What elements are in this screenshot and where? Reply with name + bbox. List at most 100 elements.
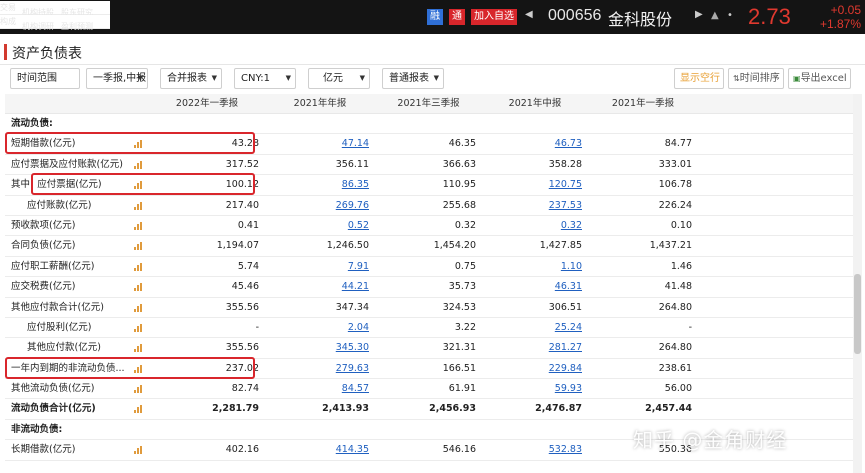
value-cell[interactable]: 86.35 xyxy=(265,175,375,194)
trend-chart-icon[interactable] xyxy=(134,303,143,312)
currency-select[interactable]: CNY:1 ▼ xyxy=(234,68,296,89)
time-range-button[interactable]: 时间范围 xyxy=(10,68,80,89)
next-stock-icon[interactable]: ▶ xyxy=(695,9,703,20)
stock-code: 000656 xyxy=(548,7,602,24)
value-cell[interactable]: 237.53 xyxy=(482,196,588,215)
value-cell[interactable]: 59.93 xyxy=(482,379,588,398)
report-type-select[interactable]: 普通报表 ▼ xyxy=(382,68,444,89)
nav-composition[interactable]: 构成 xyxy=(0,15,16,29)
row-label-text: 应付职工薪酬(亿元) xyxy=(11,260,95,272)
unit-select[interactable]: 亿元 ▼ xyxy=(308,68,370,89)
nav-institution-survey[interactable]: 机构调研 xyxy=(22,20,54,34)
value-cell: 46.35 xyxy=(448,138,476,150)
value-cell[interactable]: 414.35 xyxy=(265,440,375,459)
vertical-scrollbar[interactable] xyxy=(853,94,862,473)
filter-toolbar: 时间范围 一季报,中报 ▼ 合并报表 ▼ CNY:1 ▼ 亿元 ▼ 普通报表 ▼… xyxy=(0,66,865,92)
trend-chart-icon[interactable] xyxy=(134,221,143,230)
value-cell[interactable]: 46.73 xyxy=(482,134,588,153)
table-row: 预收款项(亿元) 0.41 0.52 0.32 0.32 0.10 xyxy=(5,215,853,237)
value-cell: 546.16 xyxy=(442,444,476,456)
prev-stock-icon[interactable]: ◀ xyxy=(525,9,533,20)
value-cell: 324.53 xyxy=(442,301,476,313)
column-header[interactable]: 2022年一季报 xyxy=(149,94,265,113)
column-header[interactable]: 2021年一季报 xyxy=(588,94,698,113)
value-cell[interactable]: 0.52 xyxy=(265,216,375,235)
value-cell[interactable]: 46.31 xyxy=(482,277,588,296)
trend-chart-icon[interactable] xyxy=(134,201,143,210)
stock-name: 金科股份 xyxy=(608,10,673,29)
scrollbar-thumb[interactable] xyxy=(854,274,861,354)
chevron-down-icon: ▼ xyxy=(359,74,365,82)
value-cell[interactable]: 0.32 xyxy=(482,216,588,235)
value-cell[interactable]: 120.75 xyxy=(482,175,588,194)
trend-chart-icon[interactable] xyxy=(134,283,143,292)
alert-bell-icon[interactable]: ▲ xyxy=(711,10,719,21)
connect-button[interactable]: 通 xyxy=(449,9,465,25)
value-cell[interactable]: 229.84 xyxy=(482,359,588,378)
value-cell: 402.16 xyxy=(225,444,259,456)
column-header[interactable]: 2021年三季报 xyxy=(375,94,482,113)
value-cell: 0.32 xyxy=(454,219,476,231)
value-cell: 366.63 xyxy=(442,158,476,170)
trend-chart-icon[interactable] xyxy=(134,385,143,394)
value-cell[interactable]: 532.83 xyxy=(482,440,588,459)
value-cell: 333.01 xyxy=(658,158,692,170)
row-label: 应付票据及应付账款(亿元) xyxy=(11,155,151,174)
add-watchlist-button[interactable]: 加入自选 xyxy=(471,9,517,25)
value-cell: 306.51 xyxy=(548,301,582,313)
value-cell: 61.91 xyxy=(448,383,476,395)
value-cell[interactable]: 7.91 xyxy=(265,257,375,276)
value-cell: 226.24 xyxy=(658,199,692,211)
value-cell: 2,456.93 xyxy=(429,403,476,415)
value-cell: 3.22 xyxy=(454,321,476,333)
title-accent xyxy=(4,44,7,60)
trend-chart-icon[interactable] xyxy=(134,344,143,353)
value-cell[interactable]: 345.30 xyxy=(265,338,375,357)
value-cell: 1,454.20 xyxy=(433,240,476,252)
time-sort-button[interactable]: ⇅时间排序 xyxy=(728,68,784,89)
value-cell[interactable]: 44.21 xyxy=(265,277,375,296)
nav-profit-forecast[interactable]: 盈利预测 xyxy=(61,20,93,34)
price-change-abs: +0.05 xyxy=(830,3,861,17)
trend-chart-icon[interactable] xyxy=(134,446,143,455)
row-label: 应交税费(亿元) xyxy=(11,277,151,296)
report-type-value: 普通报表 xyxy=(389,73,429,84)
value-cell: 317.52 xyxy=(225,158,259,170)
trend-chart-icon[interactable] xyxy=(134,160,143,169)
value-cell: 2,413.93 xyxy=(322,403,369,415)
export-label: 导出excel xyxy=(800,73,847,84)
row-label: 非流动负债: xyxy=(11,420,151,439)
margin-trading-button[interactable]: 融 xyxy=(427,9,443,25)
value-cell[interactable]: 25.24 xyxy=(482,318,588,337)
show-empty-rows-button[interactable]: 显示空行 xyxy=(674,68,724,89)
value-cell[interactable]: 269.76 xyxy=(265,196,375,215)
column-header[interactable]: 2021年中报 xyxy=(482,94,588,113)
value-cell[interactable]: 281.27 xyxy=(482,338,588,357)
time-sort-label: 时间排序 xyxy=(739,73,780,84)
value-cell[interactable]: 47.14 xyxy=(265,134,375,153)
trend-chart-icon[interactable] xyxy=(134,405,143,414)
export-excel-button[interactable]: ▣导出excel xyxy=(788,68,851,89)
column-header[interactable]: 2021年年报 xyxy=(265,94,375,113)
consolidation-select[interactable]: 合并报表 ▼ xyxy=(160,68,222,89)
value-cell: 110.95 xyxy=(442,179,476,191)
value-cell[interactable]: 2.04 xyxy=(265,318,375,337)
nav-trade[interactable]: 交易 xyxy=(0,1,16,15)
value-cell: 356.11 xyxy=(335,158,369,170)
trend-chart-icon[interactable] xyxy=(134,262,143,271)
value-cell[interactable]: 1.10 xyxy=(482,257,588,276)
price-change-pct: +1.87% xyxy=(819,17,861,31)
chevron-down-icon: ▼ xyxy=(211,74,217,82)
value-cell: 264.80 xyxy=(658,301,692,313)
row-label: 应付职工薪酬(亿元) xyxy=(11,257,151,276)
top-bar: 交易机构持股 股东研究 构成机构调研 盈利预测 融 通 加入自选 ◀ 000656 … xyxy=(0,0,865,34)
trend-chart-icon[interactable] xyxy=(134,242,143,251)
value-cell: 5.74 xyxy=(237,260,259,272)
value-cell[interactable]: 84.57 xyxy=(265,379,375,398)
row-label-text: 应付股利(亿元) xyxy=(27,321,92,333)
report-period-select[interactable]: 一季报,中报 ▼ xyxy=(86,68,148,89)
value-cell: 238.61 xyxy=(658,362,692,374)
page-title: 资产负债表 xyxy=(12,46,82,62)
value-cell[interactable]: 279.63 xyxy=(265,359,375,378)
trend-chart-icon[interactable] xyxy=(134,323,143,332)
